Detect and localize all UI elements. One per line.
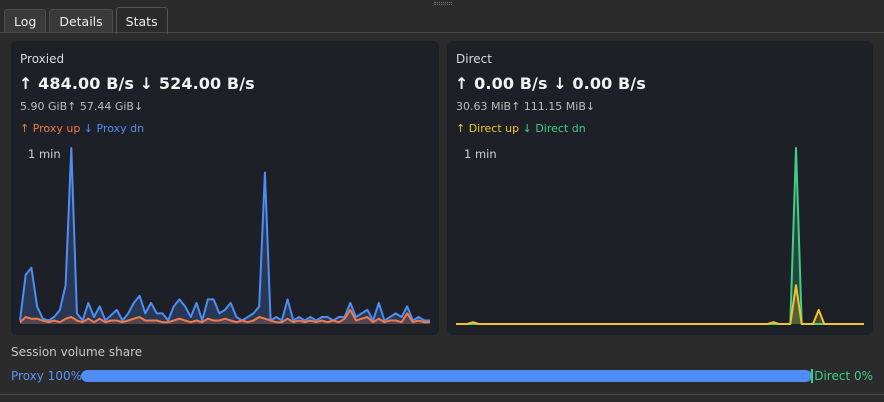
proxy-share-label: Proxy 100%	[11, 369, 82, 383]
share-bar	[81, 370, 812, 382]
direct-legend: ↑ Direct up ↓ Direct dn	[456, 122, 586, 135]
share-bar-fill	[81, 370, 812, 382]
proxied-series-area-0	[20, 148, 430, 324]
proxied-totals: 5.90 GiB↑ 57.44 GiB↓	[20, 100, 144, 113]
direct-rates: ↑ 0.00 B/s ↓ 0.00 B/s	[455, 74, 646, 93]
tab-details[interactable]: Details	[49, 9, 113, 33]
bottom-divider	[0, 394, 884, 395]
tab-stats[interactable]: Stats	[115, 7, 168, 34]
resize-grip[interactable]	[434, 2, 452, 5]
proxied-series-line-0	[19, 147, 430, 322]
tab-divider	[0, 32, 884, 33]
legend-direct-dn: ↓ Direct dn	[522, 122, 586, 135]
direct-share-label: Direct 0%	[814, 369, 873, 383]
proxied-rates: ↑ 484.00 B/s ↓ 524.00 B/s	[19, 74, 255, 93]
share-row: Proxy 100% Direct 0%	[11, 369, 873, 385]
legend-proxy-dn: ↓ Proxy dn	[83, 122, 145, 135]
direct-title: Direct	[456, 52, 492, 66]
direct-panel: Direct ↑ 0.00 B/s ↓ 0.00 B/s 30.63 MiB↑ …	[447, 41, 873, 335]
share-bar-direct-marker	[811, 369, 813, 383]
legend-proxy-up: ↑ Proxy up	[20, 122, 81, 135]
direct-series-area-0	[456, 148, 864, 324]
tab-bar: Log Details Stats	[4, 7, 168, 34]
direct-series-line-0	[456, 147, 864, 325]
legend-direct-up: ↑ Direct up	[456, 122, 520, 135]
direct-window-label: 1 min	[464, 147, 497, 161]
share-title: Session volume share	[11, 345, 143, 359]
proxied-title: Proxied	[20, 52, 65, 66]
direct-series-line-1	[456, 284, 864, 325]
tab-log[interactable]: Log	[4, 9, 47, 33]
direct-series-area-1	[456, 285, 864, 324]
proxied-panel: Proxied ↑ 484.00 B/s ↓ 524.00 B/s 5.90 G…	[11, 41, 439, 335]
proxied-window-label: 1 min	[28, 147, 61, 161]
direct-totals: 30.63 MiB↑ 111.15 MiB↓	[456, 100, 596, 113]
proxied-legend: ↑ Proxy up ↓ Proxy dn	[20, 122, 144, 135]
